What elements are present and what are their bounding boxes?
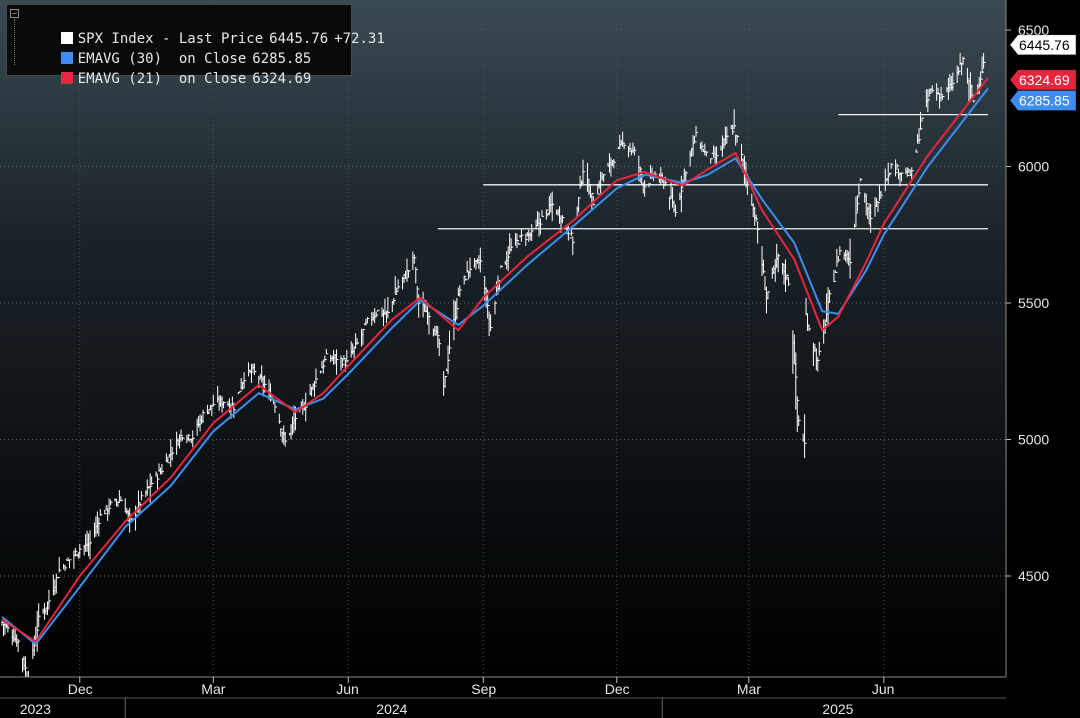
last-value-tag-text: 6285.85 xyxy=(1019,92,1070,108)
legend-value: 6324.69 xyxy=(252,71,312,87)
x-tick-label: Dec xyxy=(605,681,630,697)
last-value-labels: 6445.76 6324.69 6285.85 xyxy=(1009,34,1077,111)
x-tick-label: Jun xyxy=(872,681,895,697)
plot-background xyxy=(0,0,1006,677)
spx-price-chart: 45005000550060006500 Dec Mar Jun Sep Dec Mar J… xyxy=(0,0,1080,718)
x-tick-label: Dec xyxy=(68,681,93,697)
x-year-label: 2025 xyxy=(822,701,853,717)
y-tick-label: 5500 xyxy=(1018,295,1049,311)
y-tick-label: 4500 xyxy=(1018,568,1049,584)
y-tick-label: 6000 xyxy=(1018,159,1049,175)
x-year-label: 2024 xyxy=(376,701,407,717)
last-value-tag-text: 6445.76 xyxy=(1019,37,1070,53)
x-tick-label: Mar xyxy=(737,681,761,697)
x-tick-label: Sep xyxy=(471,681,496,697)
x-tick-label: Mar xyxy=(201,681,225,697)
last-value-tag: 6285.85 xyxy=(1009,90,1077,111)
y-tick-label: 5000 xyxy=(1018,432,1049,448)
legend-name: EMAVG (21) on Close xyxy=(77,71,247,87)
legend-collapse-toggle[interactable]: − xyxy=(10,9,19,18)
x-tick-label: Jun xyxy=(336,681,359,697)
last-value-tag: 6445.76 xyxy=(1009,34,1077,56)
legend-change: +72.31 xyxy=(334,31,385,47)
legend-row-spx[interactable]: SPX Index - Last Price 6445.76 +72.31 xyxy=(27,9,391,47)
x-year-label: 2023 xyxy=(20,701,51,717)
legend-tree-rail xyxy=(14,19,16,65)
last-value-tag-text: 6324.69 xyxy=(1019,72,1070,88)
x-axis: Dec Mar Jun Sep Dec Mar Jun 2023 2024 2025 xyxy=(0,676,1080,718)
legend-row-ema21[interactable]: EMAVG (21) on Close 6324.69 xyxy=(27,49,317,87)
chart-legend: − SPX Index - Last Price 6445.76 +72.31 EM… xyxy=(6,4,385,87)
legend-swatch-ema21 xyxy=(60,72,73,84)
legend-row-ema30[interactable]: EMAVG (30) on Close 6285.85 xyxy=(27,29,317,67)
last-value-tag: 6324.69 xyxy=(1009,69,1077,91)
